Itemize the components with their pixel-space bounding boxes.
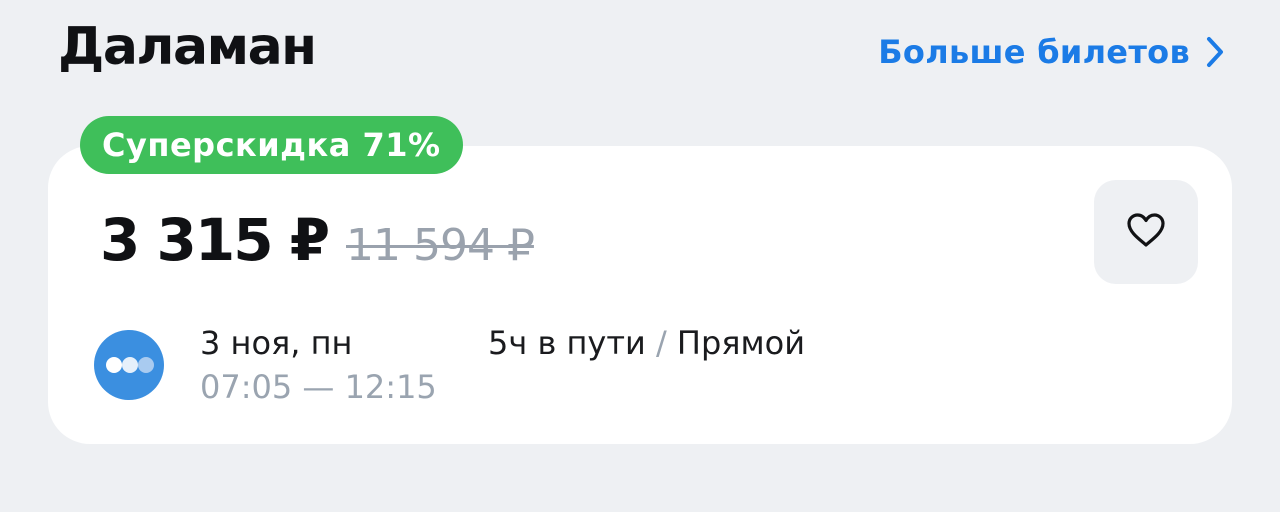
flight-type: Прямой <box>676 324 806 362</box>
favorite-button[interactable] <box>1094 180 1198 284</box>
price: 3 315 ₽ <box>100 206 330 274</box>
heart-outline-icon <box>1126 212 1166 252</box>
flight-date: 3 ноя, пн <box>200 324 353 362</box>
airline-logo <box>94 330 164 400</box>
flight-duration: 5ч в пути / Прямой <box>488 322 805 364</box>
discount-badge: Суперскидка 71% <box>80 116 463 174</box>
chevron-right-icon <box>1206 36 1224 68</box>
duration-text: 5ч в пути <box>488 324 646 362</box>
more-tickets-label: Больше билетов <box>878 33 1190 71</box>
duration-separator: / <box>655 324 667 362</box>
flight-times: 07:05 — 12:15 <box>200 368 437 406</box>
old-price: 11 594 ₽ <box>346 220 535 271</box>
more-tickets-link[interactable]: Больше билетов <box>878 30 1224 74</box>
page-title: Даламан <box>58 17 317 77</box>
